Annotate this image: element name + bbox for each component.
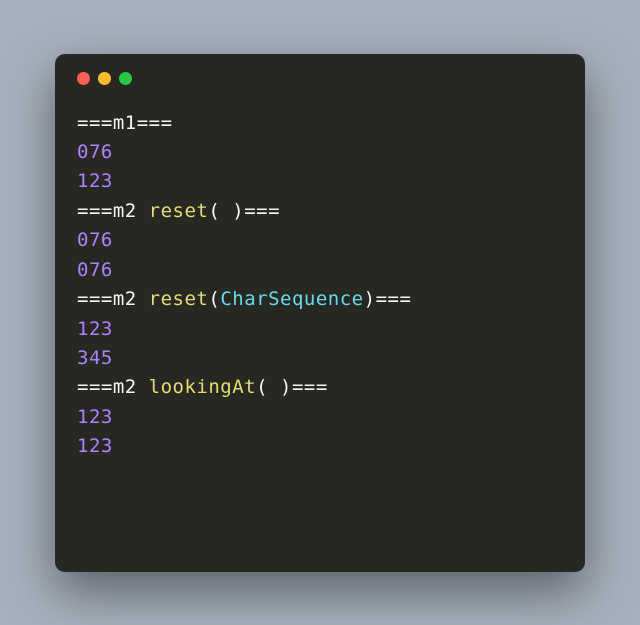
code-token: ( bbox=[256, 376, 268, 398]
code-token: ) bbox=[364, 288, 376, 310]
code-token: reset bbox=[149, 288, 209, 310]
code-token: 123 bbox=[77, 318, 113, 340]
code-token: m2 bbox=[113, 200, 137, 222]
code-token bbox=[137, 200, 149, 222]
code-line: ===m1=== bbox=[77, 109, 563, 138]
code-token: 076 bbox=[77, 259, 113, 281]
code-token: ) bbox=[232, 200, 244, 222]
code-line: ===m2 lookingAt( )=== bbox=[77, 373, 563, 402]
code-token: m1 bbox=[113, 112, 137, 134]
code-token: lookingAt bbox=[149, 376, 256, 398]
code-token bbox=[220, 200, 232, 222]
code-token: reset bbox=[149, 200, 209, 222]
code-token: 123 bbox=[77, 406, 113, 428]
code-line: ===m2 reset( )=== bbox=[77, 197, 563, 226]
code-token bbox=[268, 376, 280, 398]
code-window: ===m1===076123===m2 reset( )===076076===… bbox=[55, 54, 585, 572]
code-token: === bbox=[77, 200, 113, 222]
code-token: m2 bbox=[113, 288, 137, 310]
code-token: ( bbox=[208, 288, 220, 310]
code-token: === bbox=[77, 376, 113, 398]
code-line: 123 bbox=[77, 315, 563, 344]
code-token: CharSequence bbox=[220, 288, 363, 310]
code-token: 123 bbox=[77, 170, 113, 192]
code-token: === bbox=[77, 112, 113, 134]
code-token: === bbox=[137, 112, 173, 134]
zoom-icon[interactable] bbox=[119, 72, 132, 85]
code-token bbox=[137, 288, 149, 310]
code-token: ) bbox=[280, 376, 292, 398]
code-line: 123 bbox=[77, 167, 563, 196]
code-token: 345 bbox=[77, 347, 113, 369]
code-line: 076 bbox=[77, 138, 563, 167]
code-block: ===m1===076123===m2 reset( )===076076===… bbox=[77, 109, 563, 462]
code-token: === bbox=[77, 288, 113, 310]
minimize-icon[interactable] bbox=[98, 72, 111, 85]
window-titlebar bbox=[77, 72, 563, 85]
code-token: === bbox=[292, 376, 328, 398]
close-icon[interactable] bbox=[77, 72, 90, 85]
code-token: === bbox=[376, 288, 412, 310]
code-line: 076 bbox=[77, 256, 563, 285]
code-line: 123 bbox=[77, 432, 563, 461]
code-token: 076 bbox=[77, 141, 113, 163]
code-token: ( bbox=[208, 200, 220, 222]
code-line: 123 bbox=[77, 403, 563, 432]
code-token: m2 bbox=[113, 376, 137, 398]
code-line: 076 bbox=[77, 226, 563, 255]
code-token bbox=[137, 376, 149, 398]
code-token: === bbox=[244, 200, 280, 222]
code-line: ===m2 reset(CharSequence)=== bbox=[77, 285, 563, 314]
code-token: 076 bbox=[77, 229, 113, 251]
code-token: 123 bbox=[77, 435, 113, 457]
code-line: 345 bbox=[77, 344, 563, 373]
